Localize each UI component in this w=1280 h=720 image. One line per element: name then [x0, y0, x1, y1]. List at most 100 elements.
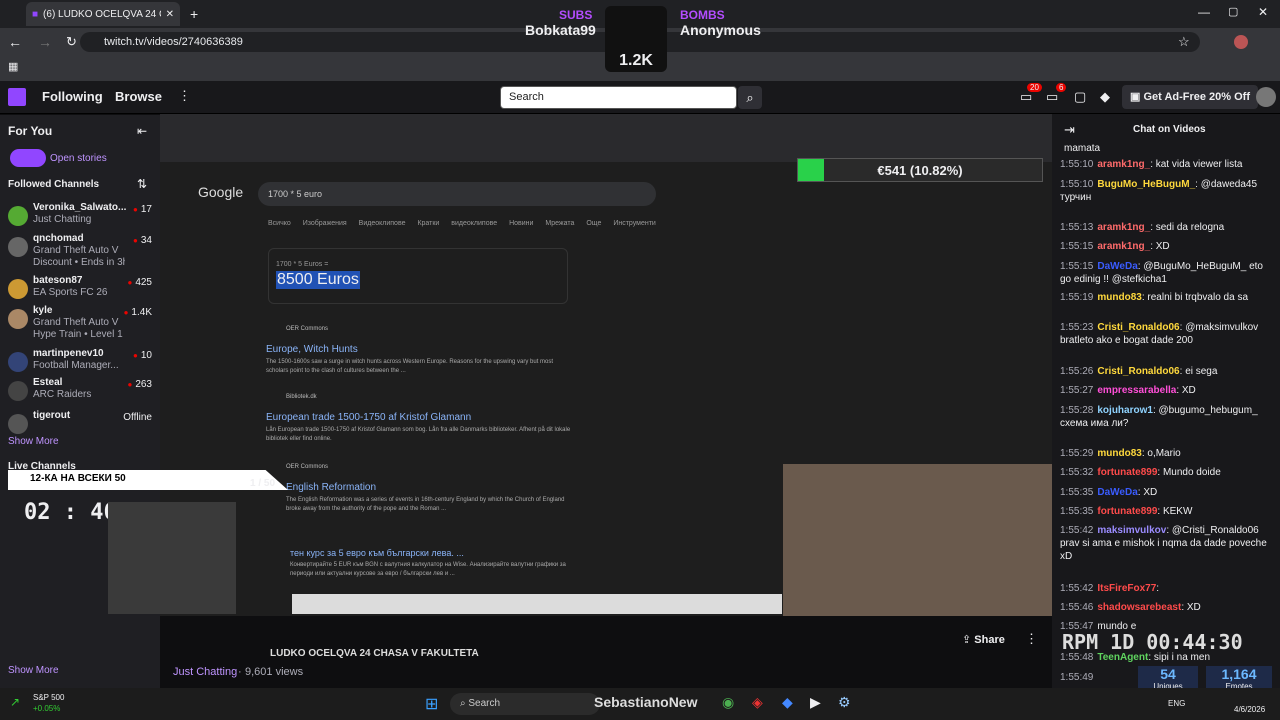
chat-username[interactable]: fortunate899: [1097, 467, 1157, 478]
nav-browse[interactable]: Browse: [115, 89, 162, 104]
result-title[interactable]: Europe, Witch Hunts: [266, 344, 576, 355]
whispers-icon[interactable]: ▭: [1046, 89, 1058, 105]
channel-item[interactable]: EstealARC Raiders 263: [0, 377, 160, 413]
collapse-sidebar-icon[interactable]: ⇤: [137, 124, 147, 138]
close-tab-icon[interactable]: ✕: [166, 9, 174, 20]
chat-username[interactable]: Cristi_Ronaldo06: [1097, 366, 1179, 377]
user-avatar[interactable]: [1256, 87, 1276, 107]
show-more-link[interactable]: Show More: [8, 436, 59, 447]
forward-icon[interactable]: →: [38, 34, 52, 50]
stories-avatars[interactable]: [10, 149, 46, 167]
channel-game: Just Chatting: [33, 214, 92, 225]
category-link[interactable]: Just Chatting: [173, 666, 237, 678]
steam-icon[interactable]: ⚙: [838, 694, 851, 711]
result-title[interactable]: English Reformation: [286, 482, 576, 493]
minimize-icon[interactable]: —: [1198, 5, 1210, 19]
viewer-count: 263: [127, 379, 152, 390]
result-snippet: The English Reformation was a series of …: [286, 497, 565, 512]
chat-message: 1:55:13 aramk1ng_: sedi da relogna: [1060, 221, 1276, 234]
share-icon: ⇪: [962, 634, 975, 646]
ad-free-button[interactable]: ▣ Get Ad-Free 20% Off: [1122, 85, 1259, 109]
chat-username[interactable]: mundo83: [1097, 448, 1141, 459]
profile-avatar[interactable]: [1234, 35, 1248, 49]
search-input[interactable]: Search: [500, 86, 737, 109]
chat-username[interactable]: DaWeDa: [1097, 487, 1137, 498]
chat-username[interactable]: maksimvulkov: [1097, 525, 1166, 536]
chat-timestamp: 1:55:28: [1060, 405, 1094, 416]
nav-following[interactable]: Following: [42, 89, 103, 104]
result-title[interactable]: тен курс за 5 евро към български лева. .…: [290, 548, 576, 558]
chat-username[interactable]: Cristi_Ronaldo06: [1097, 322, 1179, 333]
search-result[interactable]: OER Commons Europe, Witch Hunts The 1500…: [266, 326, 576, 376]
chat-text: mamata: [1064, 143, 1101, 154]
search-result[interactable]: OER Commons English Reformation The Engl…: [286, 464, 576, 514]
chat-username[interactable]: fortunate899: [1097, 506, 1157, 517]
emotes-count: 1,164: [1221, 666, 1257, 682]
inbox-icon[interactable]: ▢: [1074, 89, 1086, 105]
channel-item[interactable]: qnchomad Grand Theft Auto V Discount • End…: [0, 233, 160, 273]
chat-username[interactable]: shadowsarebeast: [1097, 602, 1181, 613]
expand-icon[interactable]: ⇥: [1064, 122, 1075, 138]
overlay-clock-value: 00:44:30: [1146, 630, 1243, 654]
language-indicator[interactable]: ENG: [1168, 699, 1185, 708]
new-tab-icon[interactable]: +: [190, 6, 198, 22]
stock-name[interactable]: S&P 500: [33, 693, 64, 702]
app-icon[interactable]: ◈: [752, 694, 763, 711]
viewer-count: 1.4K: [124, 307, 152, 318]
close-window-icon[interactable]: ✕: [1258, 5, 1268, 19]
chat-username[interactable]: aramk1ng_: [1097, 241, 1150, 252]
channel-item[interactable]: kyle Grand Theft Auto V Hype Train • Level…: [0, 305, 160, 345]
browser-tab[interactable]: ■ (6) LUDKO OCELQVA 24 CH ✕: [26, 2, 180, 26]
chat-timestamp: 1:55:10: [1060, 179, 1094, 190]
chat-username[interactable]: DaWeDa: [1097, 261, 1137, 272]
chat-timestamp: 1:55:29: [1060, 448, 1094, 459]
taskbar-search[interactable]: ⌕ Search: [450, 693, 600, 715]
video-info: LUDKO OCELQVA 24 CHASA V FAKULTETA Just …: [160, 616, 1052, 688]
search-result[interactable]: Bibliotek.dk European trade 1500-1750 af…: [266, 394, 576, 444]
chat-username[interactable]: BuguMo_HeBuguM_: [1097, 179, 1195, 190]
chat-message: 1:55:35 DaWeDa: XD: [1060, 486, 1276, 499]
counter-value: 1 / 50: [250, 478, 276, 489]
chat-username[interactable]: ItsFireFox77: [1097, 583, 1156, 594]
more-options-icon[interactable]: ⋮: [1025, 631, 1038, 647]
twitch-logo-icon[interactable]: [8, 88, 26, 106]
more-vertical-icon[interactable]: ⋮: [178, 88, 191, 104]
overlay-clock: RPM 1D 00:44:30: [1062, 630, 1243, 654]
whispers-badge: 6: [1056, 83, 1067, 92]
taskbar-date[interactable]: 4/6/2026: [1234, 705, 1265, 714]
chat-timestamp: 1:55:46: [1060, 602, 1094, 613]
apps-icon[interactable]: ▦: [8, 60, 18, 73]
chat-timestamp: 1:55:42: [1060, 525, 1094, 536]
app-icon[interactable]: ◆: [782, 694, 793, 711]
maximize-icon[interactable]: ▢: [1228, 5, 1238, 18]
windows-taskbar: ↗ S&P 500 +0.05% ⊞ ⌕ Search SebastianoNe…: [0, 688, 1280, 720]
chat-username[interactable]: aramk1ng_: [1097, 159, 1150, 170]
offline-label: Offline: [123, 412, 152, 423]
channel-promo: Discount • Ends in 3h: [33, 257, 125, 268]
search-result[interactable]: тен курс за 5 евро към български лева. .…: [290, 548, 576, 579]
media-player-icon[interactable]: ▶: [810, 694, 821, 711]
chat-username[interactable]: aramk1ng_: [1097, 222, 1150, 233]
chat-message: 1:55:42 maksimvulkov: @Cristi_Ronaldo06 p…: [1060, 524, 1276, 563]
google-search-field[interactable]: 1700 * 5 euro: [258, 182, 656, 206]
back-icon[interactable]: ←: [8, 34, 22, 50]
search-button[interactable]: ⌕: [738, 86, 762, 109]
chat-username[interactable]: empressarabella: [1097, 385, 1176, 396]
reload-icon[interactable]: ↻: [66, 34, 77, 50]
result-title[interactable]: European trade 1500-1750 af Kristof Glam…: [266, 412, 576, 423]
share-button[interactable]: ⇪ Share: [952, 628, 1015, 651]
chrome-icon[interactable]: ◉: [722, 694, 734, 711]
avatar: [8, 352, 28, 372]
chat-username[interactable]: mundo83: [1097, 292, 1141, 303]
bits-icon[interactable]: ◆: [1100, 89, 1110, 105]
goal-bar: €541 (10.82%): [797, 158, 1043, 182]
sort-icon[interactable]: ⇅: [137, 177, 147, 191]
show-more-link[interactable]: Show More: [8, 665, 59, 676]
open-stories-link[interactable]: Open stories: [50, 153, 107, 164]
video-player[interactable]: Google 1700 * 5 euro Всичко Изображения …: [8, 114, 1052, 616]
bookmark-star-icon[interactable]: ☆: [1178, 34, 1190, 50]
windows-start-icon[interactable]: ⊞: [425, 694, 438, 714]
search-icon: ⌕: [746, 90, 754, 105]
chat-username[interactable]: kojuharow1: [1097, 405, 1153, 416]
chat-text: XD: [1155, 241, 1170, 252]
